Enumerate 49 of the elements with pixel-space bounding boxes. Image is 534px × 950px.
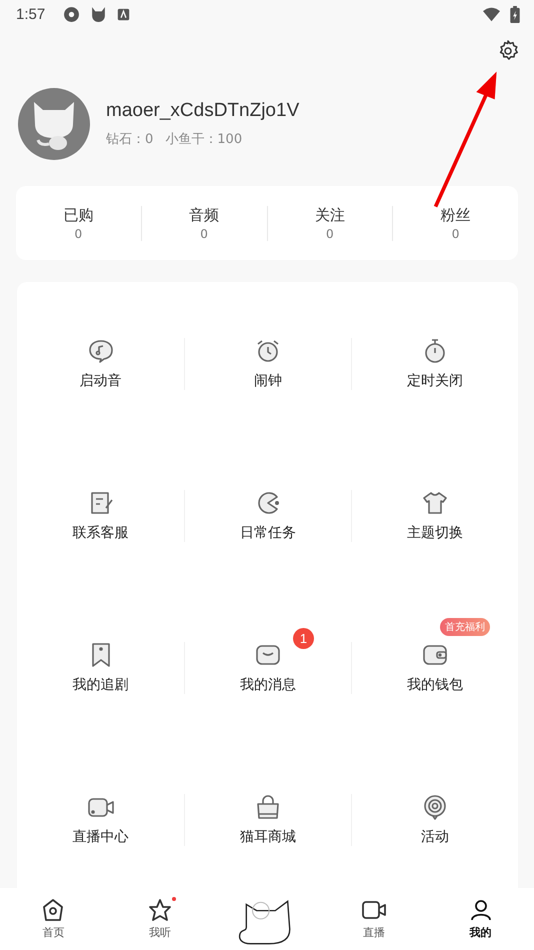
profile-icon[interactable] — [468, 898, 493, 922]
nav-tab[interactable]: 首页 — [42, 925, 64, 940]
counter-label[interactable]: 已购 — [63, 206, 94, 224]
username: maoer_xCdsDTnZjo1V — [106, 100, 300, 122]
counter-value: 0 — [326, 226, 334, 240]
counter-value: 0 — [74, 226, 82, 240]
balance-text: 小鱼干：100 — [165, 131, 242, 148]
menu-label[interactable]: 直播中心 — [72, 828, 128, 846]
menu-label[interactable]: 我的追剧 — [72, 676, 128, 694]
menu-label[interactable]: 我的消息 — [240, 676, 296, 694]
music-bubble-icon[interactable] — [88, 338, 114, 364]
counter-label[interactable]: 粉丝 — [440, 206, 471, 224]
stopwatch-icon[interactable] — [422, 338, 448, 364]
nav-tab[interactable]: 我的 — [470, 925, 492, 940]
aperture-icon — [63, 6, 80, 22]
target-pin-icon[interactable] — [422, 794, 448, 820]
video-camera-icon[interactable] — [362, 898, 386, 922]
menu-label[interactable]: 联系客服 — [72, 524, 128, 542]
promo-tag: 首充福利 — [440, 618, 490, 636]
keyboard-icon — [117, 8, 130, 20]
cat-head-icon — [90, 6, 108, 22]
nav-tab[interactable]: 我听 — [149, 925, 172, 940]
handbag-icon[interactable] — [255, 794, 281, 820]
menu-label[interactable]: 定时关闭 — [407, 372, 463, 390]
wallet-icon[interactable] — [422, 642, 448, 668]
tshirt-icon[interactable] — [422, 490, 448, 516]
avatar[interactable] — [18, 88, 90, 160]
menu-label[interactable]: 闹钟 — [254, 372, 282, 390]
menu-label[interactable]: 猫耳商城 — [240, 828, 296, 846]
menu-label[interactable]: 日常任务 — [240, 524, 296, 542]
home-icon[interactable] — [41, 898, 66, 922]
balance-text: 钻石：0 — [106, 131, 154, 148]
status-time: 1:57 — [16, 6, 46, 22]
counter-label[interactable]: 关注 — [314, 206, 345, 224]
menu-label[interactable]: 主题切换 — [407, 524, 463, 542]
pacman-icon[interactable] — [255, 490, 281, 516]
envelope-icon[interactable] — [255, 642, 281, 668]
counter-value: 0 — [200, 226, 208, 240]
star-icon[interactable] — [148, 898, 172, 922]
counter-value: 0 — [452, 226, 460, 240]
unread-count-badge: 1 — [293, 628, 314, 649]
alarm-clock-icon[interactable] — [255, 338, 281, 364]
nav-tab[interactable]: 直播 — [362, 925, 385, 940]
menu-label[interactable]: 我的钱包 — [407, 676, 463, 694]
battery-icon — [510, 6, 520, 22]
wifi-icon — [483, 6, 500, 22]
menu-label[interactable]: 活动 — [421, 828, 449, 846]
counter-label[interactable]: 音频 — [189, 206, 220, 224]
menu-label[interactable]: 启动音 — [80, 372, 122, 390]
